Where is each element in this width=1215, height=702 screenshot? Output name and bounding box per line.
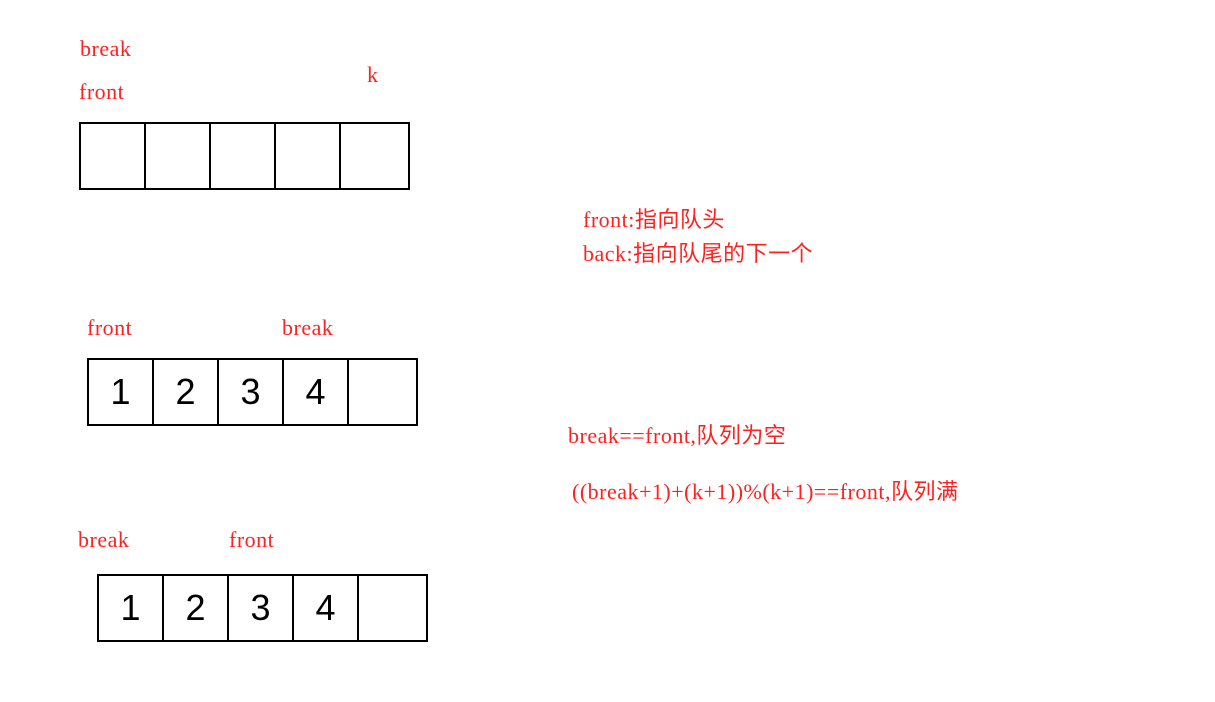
queue-cell [359, 576, 424, 640]
queue-cell [349, 360, 414, 424]
queue-cell: 3 [229, 576, 294, 640]
empty-condition-note: break==front,队列为空 [568, 423, 787, 448]
k-label: k [367, 62, 379, 87]
back-definition-note: back:指向队尾的下一个 [583, 241, 814, 266]
queue-cell [276, 124, 341, 188]
break-pointer-label: break [80, 36, 132, 61]
queue-cell [81, 124, 146, 188]
queue-cell [341, 124, 406, 188]
queue-cell: 4 [294, 576, 359, 640]
queue-cell: 2 [164, 576, 229, 640]
queue-cell [211, 124, 276, 188]
front-pointer-label: front [229, 527, 275, 552]
front-pointer-label: front [87, 315, 133, 340]
queue-array-filled: 1 2 3 4 [87, 358, 418, 426]
queue-array-wrapped: 1 2 3 4 [97, 574, 428, 642]
queue-cell [146, 124, 211, 188]
queue-cell: 4 [284, 360, 349, 424]
queue-cell: 1 [99, 576, 164, 640]
break-pointer-label: break [78, 527, 130, 552]
full-condition-note: ((break+1)+(k+1))%(k+1)==front,队列满 [572, 479, 959, 504]
break-pointer-label: break [282, 315, 334, 340]
queue-cell: 1 [89, 360, 154, 424]
front-definition-note: front:指向队头 [583, 207, 725, 232]
queue-array-empty [79, 122, 410, 190]
queue-cell: 3 [219, 360, 284, 424]
queue-cell: 2 [154, 360, 219, 424]
front-pointer-label: front [79, 79, 125, 104]
